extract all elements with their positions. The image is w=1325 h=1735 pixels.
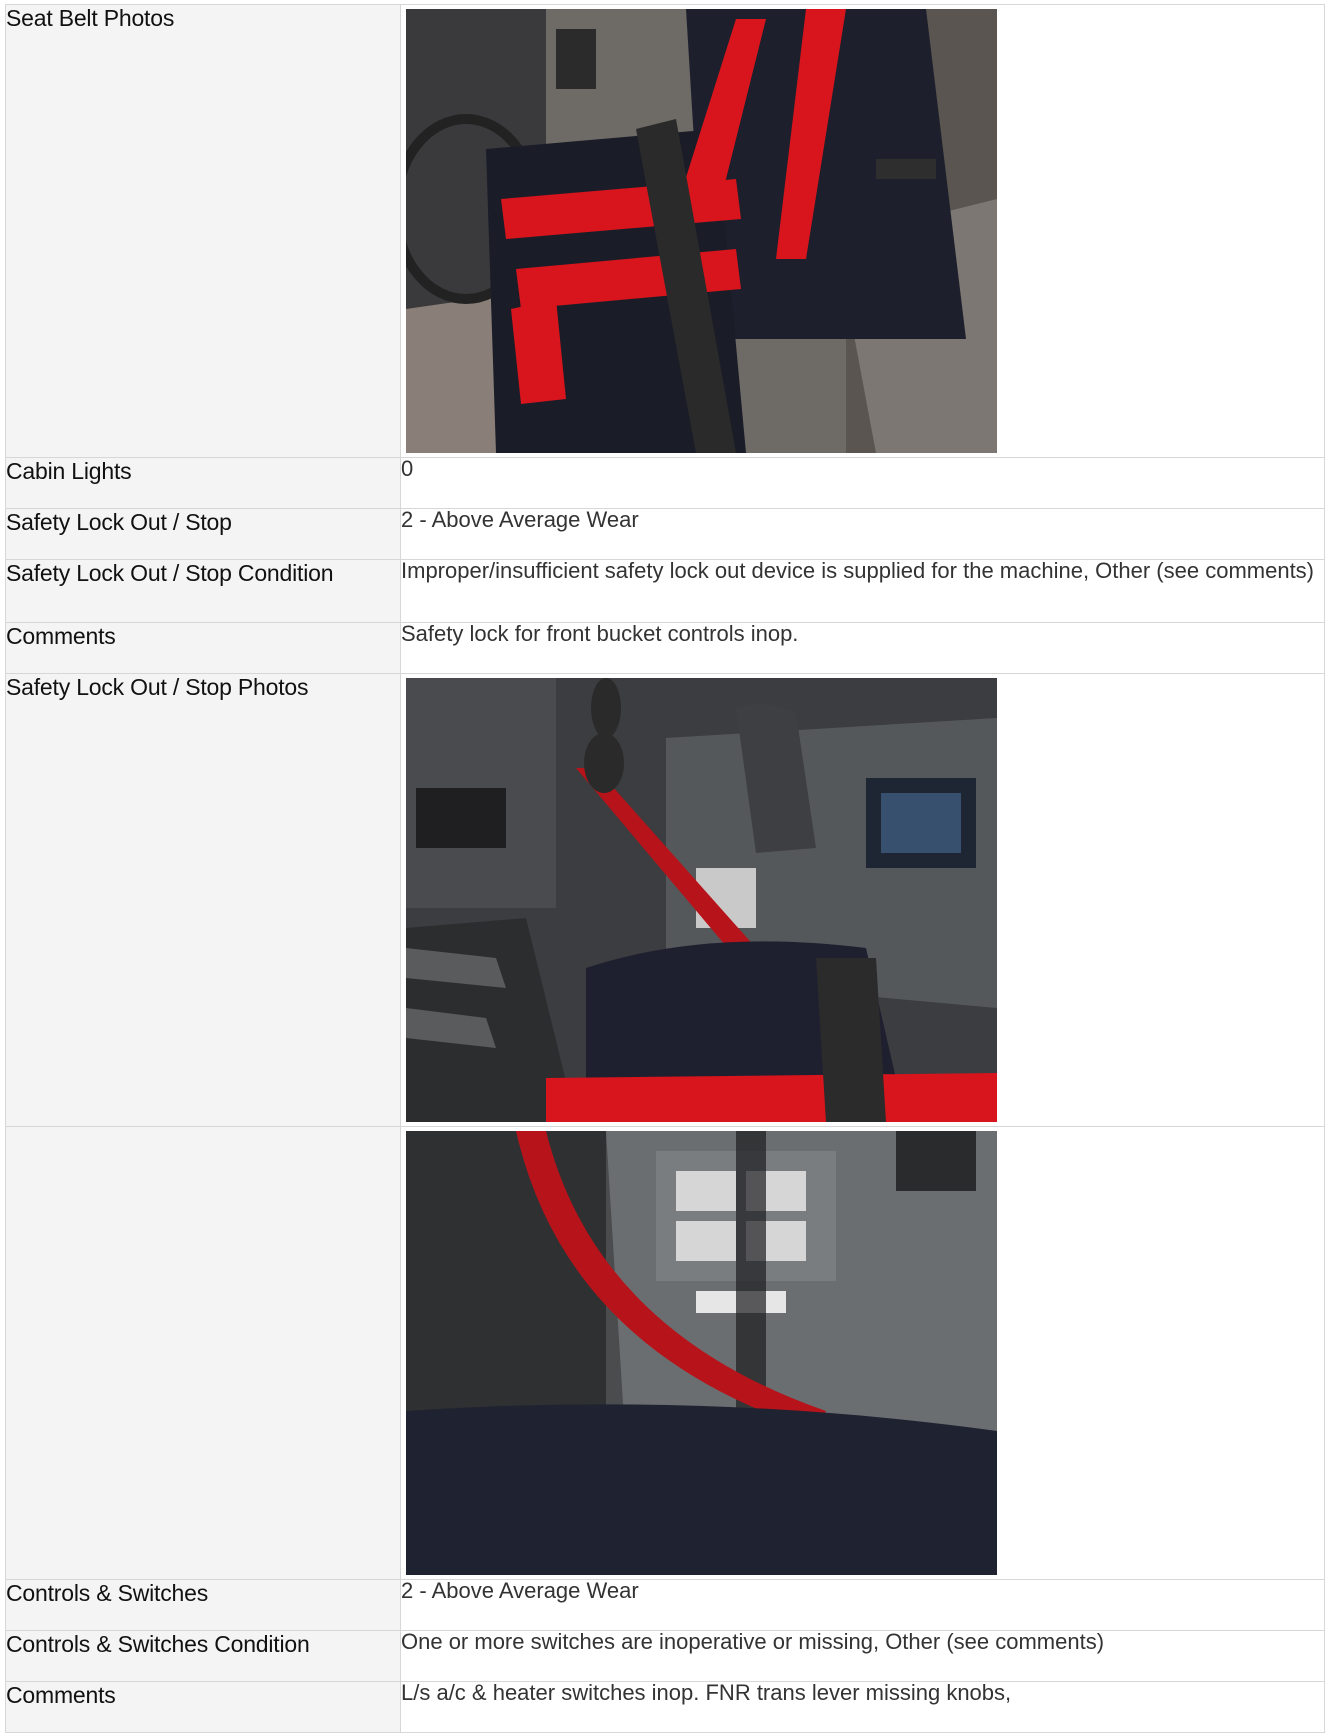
row-label: Comments	[5, 1681, 401, 1733]
photo-cell	[400, 673, 1325, 1127]
row-label: Cabin Lights	[5, 457, 401, 509]
seat-belt-photo[interactable]	[406, 9, 997, 453]
table-row: Controls & Switches 2 - Above Average We…	[5, 1579, 1325, 1631]
row-label: Comments	[5, 622, 401, 674]
table-row: Comments L/s a/c & heater switches inop.…	[5, 1681, 1325, 1733]
row-label: Seat Belt Photos	[5, 4, 401, 458]
photo-cell	[400, 1126, 1325, 1580]
row-value: 2 - Above Average Wear	[400, 508, 1325, 560]
row-value: L/s a/c & heater switches inop. FNR tran…	[400, 1681, 1325, 1733]
table-row: Safety Lock Out / Stop 2 - Above Average…	[5, 508, 1325, 560]
row-value: Improper/insufficient safety lock out de…	[400, 559, 1325, 623]
photo-cell	[400, 4, 1325, 458]
row-value: Safety lock for front bucket controls in…	[400, 622, 1325, 674]
row-label: Safety Lock Out / Stop Photos	[5, 673, 401, 1127]
table-row: Safety Lock Out / Stop Condition Imprope…	[5, 559, 1325, 623]
inspection-table: Seat Belt Photos Cabin Lights 0 Safety L…	[5, 4, 1325, 1733]
table-row	[5, 1126, 1325, 1580]
table-row: Comments Safety lock for front bucket co…	[5, 622, 1325, 674]
row-label: Controls & Switches Condition	[5, 1630, 401, 1682]
table-row: Cabin Lights 0	[5, 457, 1325, 509]
table-row: Seat Belt Photos	[5, 4, 1325, 458]
table-row: Safety Lock Out / Stop Photos	[5, 673, 1325, 1127]
row-label: Safety Lock Out / Stop	[5, 508, 401, 560]
row-label-empty	[5, 1126, 401, 1580]
row-value: One or more switches are inoperative or …	[400, 1630, 1325, 1682]
safety-lock-photo[interactable]	[406, 1131, 997, 1575]
row-value: 0	[400, 457, 1325, 509]
safety-lock-photo[interactable]	[406, 678, 997, 1122]
row-label: Safety Lock Out / Stop Condition	[5, 559, 401, 623]
row-label: Controls & Switches	[5, 1579, 401, 1631]
table-row: Controls & Switches Condition One or mor…	[5, 1630, 1325, 1682]
row-value: 2 - Above Average Wear	[400, 1579, 1325, 1631]
